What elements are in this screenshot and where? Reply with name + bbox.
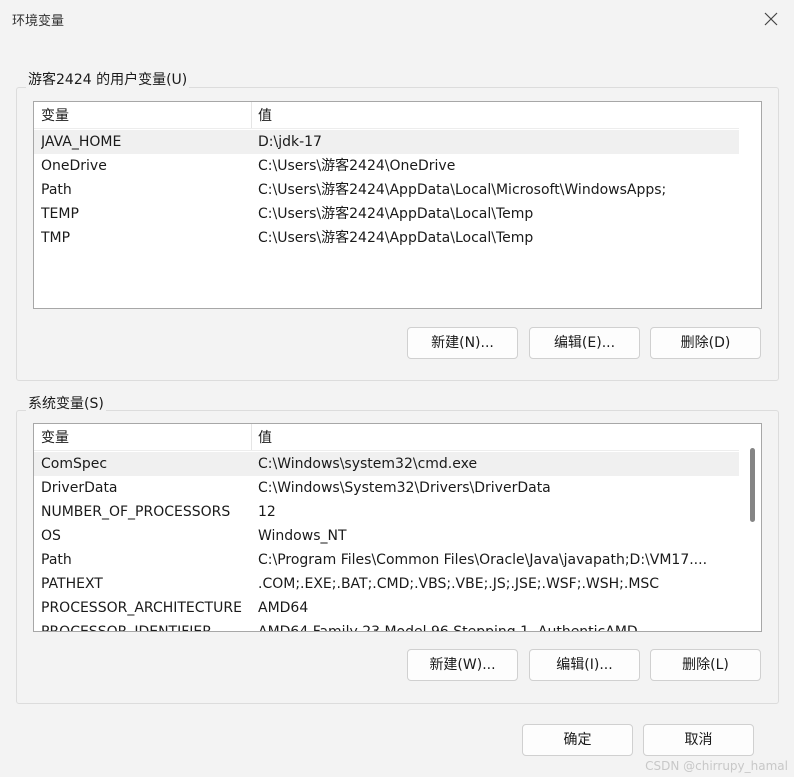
- table-row[interactable]: OneDrive C:\Users\游客2424\OneDrive: [34, 154, 739, 178]
- system-edit-button[interactable]: 编辑(I)...: [529, 649, 640, 681]
- variable-value: C:\Users\游客2424\AppData\Local\Microsoft\…: [258, 182, 667, 198]
- cancel-button[interactable]: 取消: [643, 724, 754, 756]
- column-header-value[interactable]: 值: [251, 424, 738, 450]
- variable-value: C:\Users\游客2424\OneDrive: [258, 158, 456, 174]
- system-list-scrollbar[interactable]: [741, 424, 761, 631]
- system-variables-list[interactable]: 变量 值 ComSpec C:\Windows\system32\cmd.exe D…: [33, 423, 762, 632]
- variable-name: OneDrive: [41, 158, 107, 174]
- table-row[interactable]: NUMBER_OF_PROCESSORS 12: [34, 500, 739, 524]
- variable-value: 12: [258, 504, 276, 520]
- variable-name: PATHEXT: [41, 576, 103, 592]
- window-title: 环境变量: [12, 14, 65, 29]
- user-edit-button[interactable]: 编辑(E)...: [529, 327, 640, 359]
- variable-value: C:\Windows\System32\Drivers\DriverData: [258, 480, 551, 496]
- user-new-button[interactable]: 新建(N)...: [407, 327, 518, 359]
- ok-button[interactable]: 确定: [522, 724, 633, 756]
- variable-value: AMD64 Family 23 Model 96 Stepping 1, Aut…: [258, 624, 638, 632]
- variable-value: AMD64: [258, 600, 309, 616]
- variable-value: .COM;.EXE;.BAT;.CMD;.VBS;.VBE;.JS;.JSE;.…: [258, 576, 660, 592]
- column-header-variable[interactable]: 变量: [34, 424, 252, 450]
- variable-value: C:\Windows\system32\cmd.exe: [258, 456, 478, 472]
- list-header: 变量 值: [34, 424, 739, 451]
- table-row[interactable]: JAVA_HOME D:\jdk-17: [34, 130, 739, 154]
- column-header-variable[interactable]: 变量: [34, 102, 252, 128]
- variable-name: TMP: [41, 230, 71, 246]
- list-header: 变量 值: [34, 102, 739, 129]
- variable-name: NUMBER_OF_PROCESSORS: [41, 504, 231, 520]
- variable-name: ComSpec: [41, 456, 108, 472]
- table-row[interactable]: Path C:\Users\游客2424\AppData\Local\Micros…: [34, 178, 739, 202]
- variable-value: C:\Program Files\Common Files\Oracle\Jav…: [258, 552, 708, 568]
- system-delete-button[interactable]: 删除(L): [650, 649, 761, 681]
- variable-value: C:\Users\游客2424\AppData\Local\Temp: [258, 230, 534, 246]
- variable-name: PROCESSOR_IDENTIFIER: [41, 624, 212, 632]
- table-row[interactable]: Path C:\Program Files\Common Files\Oracle…: [34, 548, 739, 572]
- user-variables-list[interactable]: 变量 值 JAVA_HOME D:\jdk-17 OneDrive C:\Users\…: [33, 101, 762, 309]
- user-delete-button[interactable]: 删除(D): [650, 327, 761, 359]
- table-row[interactable]: PATHEXT .COM;.EXE;.BAT;.CMD;.VBS;.VBE;.JS…: [34, 572, 739, 596]
- table-row[interactable]: PROCESSOR_ARCHITECTURE AMD64: [34, 596, 739, 620]
- table-row[interactable]: TMP C:\Users\游客2424\AppData\Local\Temp: [34, 226, 739, 250]
- system-new-button[interactable]: 新建(W)...: [407, 649, 518, 681]
- variable-name: TEMP: [41, 206, 79, 222]
- table-row[interactable]: DriverData C:\Windows\System32\Drivers\Dr…: [34, 476, 739, 500]
- variable-value: C:\Users\游客2424\AppData\Local\Temp: [258, 206, 534, 222]
- variable-name: JAVA_HOME: [41, 134, 122, 150]
- table-row[interactable]: ComSpec C:\Windows\system32\cmd.exe: [34, 452, 739, 476]
- variable-value: Windows_NT: [258, 528, 347, 544]
- table-row[interactable]: TEMP C:\Users\游客2424\AppData\Local\Temp: [34, 202, 739, 226]
- variable-name: OS: [41, 528, 61, 544]
- close-button[interactable]: [748, 0, 794, 38]
- user-variables-rows: JAVA_HOME D:\jdk-17 OneDrive C:\Users\游客242…: [34, 130, 739, 250]
- watermark: CSDN @chirrupy_hamal: [645, 759, 788, 773]
- column-header-value[interactable]: 值: [251, 102, 738, 128]
- close-icon: [764, 12, 778, 26]
- variable-name: Path: [41, 182, 72, 198]
- table-row[interactable]: OS Windows_NT: [34, 524, 739, 548]
- scrollbar-thumb[interactable]: [750, 448, 755, 522]
- system-variables-label: 系统变量(S): [26, 393, 106, 413]
- title-bar: 环境变量: [0, 0, 794, 38]
- variable-value: D:\jdk-17: [258, 134, 322, 150]
- variable-name: Path: [41, 552, 72, 568]
- table-row[interactable]: PROCESSOR_IDENTIFIER AMD64 Family 23 Mode…: [34, 620, 739, 632]
- variable-name: DriverData: [41, 480, 118, 496]
- system-variables-rows: ComSpec C:\Windows\system32\cmd.exe Driver…: [34, 452, 739, 632]
- variable-name: PROCESSOR_ARCHITECTURE: [41, 600, 242, 616]
- user-variables-label: 游客2424 的用户变量(U): [26, 69, 190, 89]
